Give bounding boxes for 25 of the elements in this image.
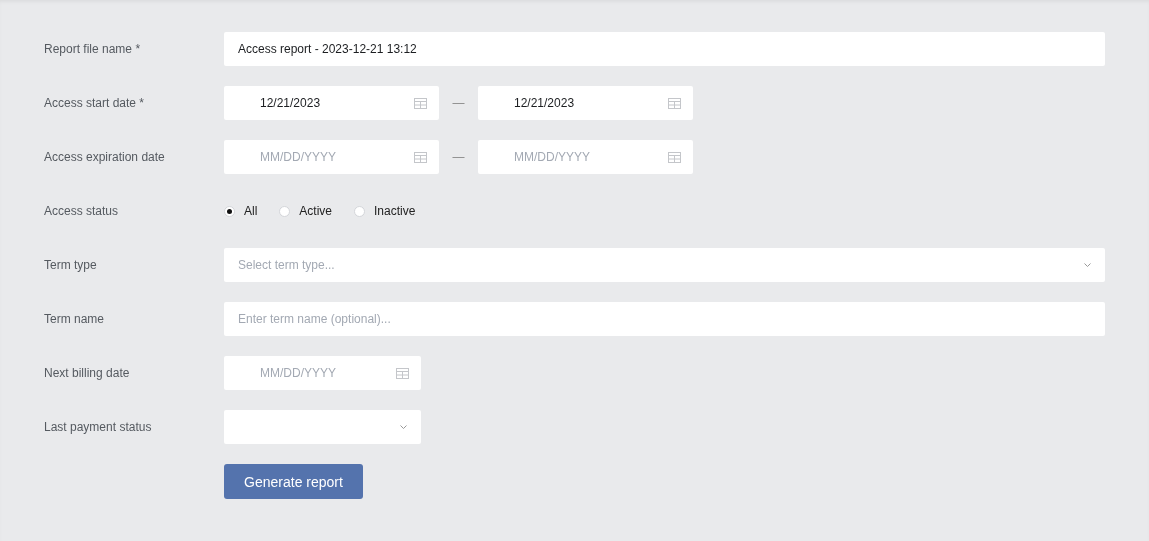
field-label: Access status bbox=[44, 204, 120, 218]
generate-report-button[interactable]: Generate report bbox=[224, 464, 363, 499]
field-label: Next billing date bbox=[44, 366, 131, 380]
field-label: Term name bbox=[44, 312, 106, 326]
range-separator: — bbox=[451, 150, 466, 164]
date-field[interactable]: 12/21/2023 bbox=[224, 86, 439, 120]
select-field[interactable] bbox=[224, 410, 421, 444]
calendar-icon[interactable] bbox=[668, 97, 681, 109]
radio-option[interactable]: All bbox=[224, 204, 258, 218]
text-field[interactable]: Access report - 2023-12-21 13:12 bbox=[224, 32, 1105, 66]
field-label: Last payment status bbox=[44, 420, 153, 434]
chevron-down-icon[interactable] bbox=[1084, 263, 1091, 267]
calendar-icon[interactable] bbox=[668, 151, 681, 163]
calendar-icon[interactable] bbox=[414, 97, 427, 109]
date-field[interactable]: 12/21/2023 bbox=[478, 86, 693, 120]
calendar-icon[interactable] bbox=[396, 367, 409, 379]
field-label: Access expiration date bbox=[44, 150, 166, 164]
calendar-icon[interactable] bbox=[414, 151, 427, 163]
chevron-down-icon[interactable] bbox=[400, 425, 407, 429]
radio-option[interactable]: Inactive bbox=[354, 204, 416, 218]
field-label: Term type bbox=[44, 258, 98, 272]
radio-option[interactable]: Active bbox=[279, 204, 333, 218]
range-separator: — bbox=[451, 96, 466, 110]
field-label: Access start date * bbox=[44, 96, 146, 110]
field-label: Report file name * bbox=[44, 42, 142, 56]
